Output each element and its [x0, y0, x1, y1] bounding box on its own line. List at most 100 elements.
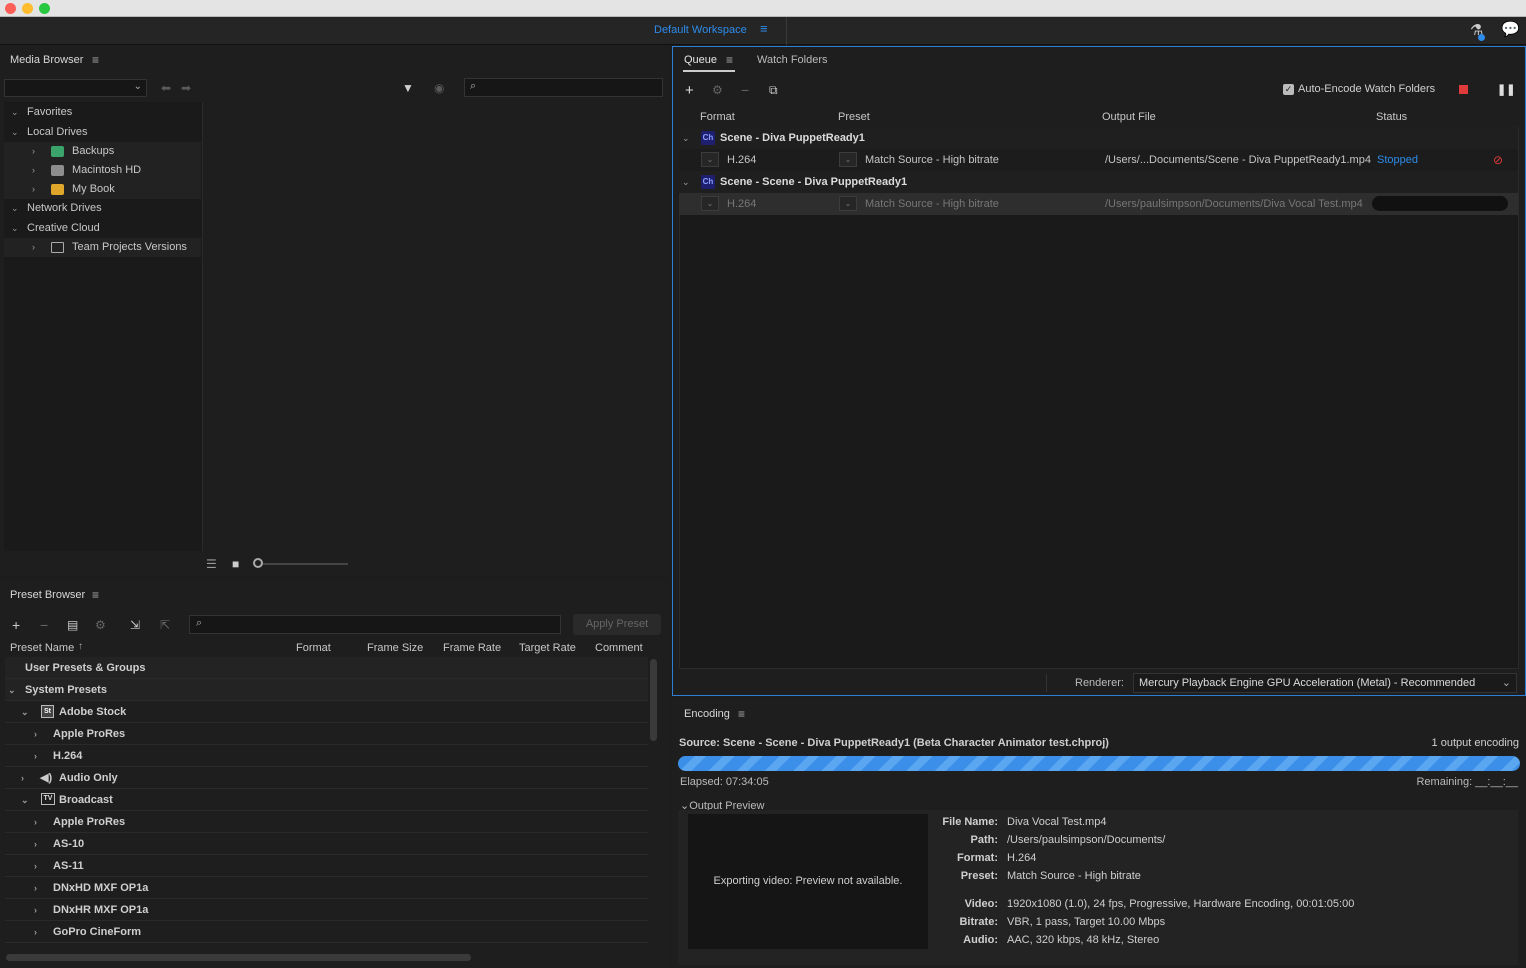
icon-view-icon[interactable]: ■ — [232, 557, 239, 571]
chevron-right-icon[interactable]: › — [34, 833, 37, 855]
output-format[interactable]: H.264 — [727, 149, 756, 171]
column-frame-rate[interactable]: Frame Rate — [443, 642, 501, 654]
back-arrow-icon[interactable]: ⬅ — [161, 81, 171, 95]
vertical-scrollbar[interactable] — [650, 659, 657, 741]
output-file[interactable]: /Users/...Documents/Scene - Diva PuppetR… — [1105, 149, 1371, 171]
preset-search-input[interactable]: ⌕ — [189, 615, 561, 634]
column-format[interactable]: Format — [296, 642, 331, 654]
column-output-file[interactable]: Output File — [1102, 111, 1156, 123]
auto-encode-checkbox[interactable]: ✓ — [1283, 84, 1294, 95]
chevron-right-icon[interactable]: › — [34, 899, 37, 921]
remove-item-icon[interactable]: − — [741, 82, 749, 98]
location-dropdown[interactable]: ⌄ — [4, 79, 147, 97]
chevron-down-icon[interactable]: ⌄ — [11, 123, 19, 142]
add-source-icon[interactable]: + — [685, 82, 694, 99]
preset-dropdown-icon[interactable]: ⌄ — [839, 152, 857, 167]
column-format[interactable]: Format — [700, 111, 735, 123]
chevron-right-icon[interactable]: › — [32, 161, 35, 180]
preset-row-adobe-stock[interactable]: ⌄ St Adobe Stock — [5, 701, 648, 723]
queue-source-row[interactable]: ⌄ Ch Scene - Diva PuppetReady1 — [679, 127, 1518, 149]
preset-browser-menu-icon[interactable]: ≡ — [92, 588, 99, 602]
tree-item-macintosh-hd[interactable]: › Macintosh HD — [4, 161, 201, 180]
chevron-down-icon[interactable]: ⌄ — [11, 103, 19, 122]
sort-ascending-icon[interactable]: ↑ — [78, 641, 83, 652]
encoding-menu-icon[interactable]: ≡ — [738, 707, 745, 721]
chevron-down-icon[interactable]: ⌄ — [8, 679, 16, 701]
renderer-dropdown[interactable]: Mercury Playback Engine GPU Acceleration… — [1133, 673, 1517, 693]
list-view-icon[interactable]: ☰ — [206, 557, 217, 571]
column-preset-name[interactable]: Preset Name — [10, 642, 74, 654]
chevron-down-icon[interactable]: ⌄ — [21, 701, 29, 723]
preset-row-dnxhr[interactable]: › DNxHR MXF OP1a — [5, 899, 648, 921]
column-status[interactable]: Status — [1376, 111, 1407, 123]
zoom-slider[interactable] — [258, 563, 348, 565]
remove-preset-icon[interactable]: − — [40, 617, 48, 633]
horizontal-scrollbar[interactable] — [6, 954, 471, 961]
preset-row-apple-prores[interactable]: › Apple ProRes — [5, 811, 648, 833]
zoom-slider-handle[interactable] — [253, 558, 263, 568]
tree-item-favorites[interactable]: ⌄ Favorites — [4, 103, 201, 122]
export-preset-icon[interactable]: ⇱ — [160, 618, 170, 632]
media-browser-menu-icon[interactable]: ≡ — [92, 53, 99, 67]
preset-row-apple-prores[interactable]: › Apple ProRes — [5, 723, 648, 745]
minimize-window-button[interactable] — [22, 3, 33, 14]
media-search-input[interactable]: ⌕ — [464, 78, 663, 97]
preset-row-dnxhd[interactable]: › DNxHD MXF OP1a — [5, 877, 648, 899]
queue-menu-icon[interactable]: ≡ — [726, 53, 733, 67]
preset-dropdown-icon[interactable]: ⌄ — [839, 196, 857, 211]
queue-source-row[interactable]: ⌄ Ch Scene - Scene - Diva PuppetReady1 — [679, 171, 1518, 193]
chevron-right-icon[interactable]: › — [32, 142, 35, 161]
zoom-window-button[interactable] — [39, 3, 50, 14]
tree-item-my-book[interactable]: › My Book — [4, 180, 201, 199]
queue-output-row-encoding[interactable]: ⌄ H.264 ⌄ Match Source - High bitrate /U… — [679, 193, 1518, 215]
chevron-down-icon[interactable]: ⌄ — [682, 127, 690, 149]
queue-settings-icon[interactable]: ⚙ — [712, 83, 723, 97]
preset-row-user-presets[interactable]: User Presets & Groups — [5, 657, 648, 679]
tree-item-network-drives[interactable]: ⌄ Network Drives — [4, 199, 201, 218]
close-window-button[interactable] — [5, 3, 16, 14]
preset-settings-icon[interactable]: ⚙ — [95, 618, 106, 632]
chevron-down-icon[interactable]: ⌄ — [21, 789, 29, 811]
chevron-down-icon[interactable]: ⌄ — [11, 199, 19, 218]
preset-row-broadcast[interactable]: ⌄ TV Broadcast — [5, 789, 648, 811]
format-dropdown-icon[interactable]: ⌄ — [701, 196, 719, 211]
output-preset[interactable]: Match Source - High bitrate — [865, 149, 999, 171]
preset-row-gopro-cineform[interactable]: › GoPro CineForm — [5, 921, 648, 943]
chevron-right-icon[interactable]: › — [32, 238, 35, 257]
format-dropdown-icon[interactable]: ⌄ — [701, 152, 719, 167]
view-toggle-icon[interactable]: ◉ — [434, 81, 444, 95]
column-target-rate[interactable]: Target Rate — [519, 642, 576, 654]
import-preset-icon[interactable]: ⇲ — [130, 618, 140, 632]
pause-encode-button[interactable]: ❚❚ — [1497, 83, 1515, 96]
preset-row-audio-only[interactable]: › ◀) Audio Only — [5, 767, 648, 789]
column-frame-size[interactable]: Frame Size — [367, 642, 423, 654]
new-group-icon[interactable]: ▤ — [67, 618, 78, 632]
feedback-icon[interactable]: 💬 — [1501, 20, 1520, 38]
tree-item-team-projects-versions[interactable]: › Team Projects Versions — [4, 238, 201, 257]
tree-item-local-drives[interactable]: ⌄ Local Drives — [4, 123, 201, 142]
add-preset-icon[interactable]: + — [12, 617, 20, 633]
workspace-menu-icon[interactable]: ≡ — [760, 21, 768, 36]
preset-row-as11[interactable]: › AS-11 — [5, 855, 648, 877]
column-preset[interactable]: Preset — [838, 111, 870, 123]
chevron-right-icon[interactable]: › — [34, 877, 37, 899]
chevron-right-icon[interactable]: › — [34, 855, 37, 877]
column-comment[interactable]: Comment — [595, 642, 643, 654]
chevron-right-icon[interactable]: › — [34, 723, 37, 745]
tab-queue[interactable]: Queue — [684, 54, 717, 66]
preset-row-as10[interactable]: › AS-10 — [5, 833, 648, 855]
stop-encode-button[interactable] — [1459, 85, 1468, 94]
apply-preset-button[interactable]: Apply Preset — [573, 614, 661, 635]
queue-output-row[interactable]: ⌄ H.264 ⌄ Match Source - High bitrate /U… — [679, 149, 1518, 171]
chevron-right-icon[interactable]: › — [34, 921, 37, 943]
duplicate-icon[interactable]: ⧉ — [769, 83, 778, 98]
chevron-down-icon[interactable]: ⌄ — [682, 171, 690, 193]
preset-row-h264[interactable]: › H.264 — [5, 745, 648, 767]
chevron-right-icon[interactable]: › — [34, 811, 37, 833]
chevron-right-icon[interactable]: › — [21, 767, 24, 789]
chevron-right-icon[interactable]: › — [32, 180, 35, 199]
tab-watch-folders[interactable]: Watch Folders — [757, 54, 828, 66]
filter-icon[interactable]: ▼ — [402, 81, 414, 95]
workspace-name[interactable]: Default Workspace — [654, 24, 747, 36]
chevron-right-icon[interactable]: › — [34, 745, 37, 767]
